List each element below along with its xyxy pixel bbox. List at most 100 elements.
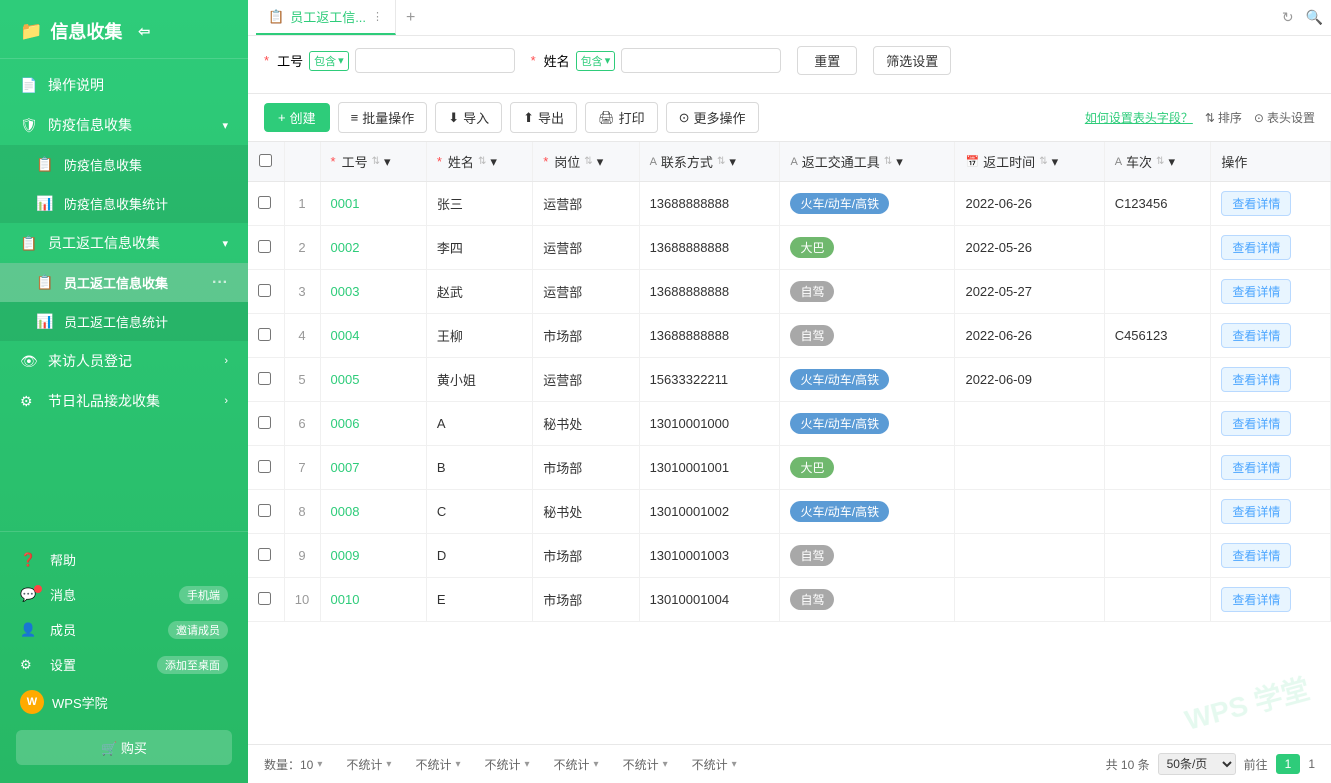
sidebar-footer-settings[interactable]: ⚙ 设置 添加至桌面	[0, 647, 248, 682]
detail-button-1[interactable]: 查看详情	[1221, 235, 1291, 260]
th-contact[interactable]: A 联系方式 ⇅ ▾	[639, 142, 780, 182]
detail-button-7[interactable]: 查看详情	[1221, 499, 1291, 524]
th-position[interactable]: * 岗位 ⇅ ▾	[533, 142, 639, 182]
row-checkbox-2[interactable]	[258, 284, 271, 297]
cell-id-6[interactable]: 0007	[320, 446, 426, 490]
row-checkbox-1[interactable]	[258, 240, 271, 253]
detail-button-2[interactable]: 查看详情	[1221, 279, 1291, 304]
detail-button-3[interactable]: 查看详情	[1221, 323, 1291, 348]
row-checkbox-0[interactable]	[258, 196, 271, 209]
sidebar-item-instructions[interactable]: 📄 操作说明	[0, 65, 248, 105]
gifts-arrow: ›	[224, 395, 228, 407]
how-to-link[interactable]: 如何设置表头字段？	[1085, 109, 1193, 126]
print-button[interactable]: 🖨 打印	[585, 102, 658, 133]
row-checkbox-4[interactable]	[258, 372, 271, 385]
detail-button-5[interactable]: 查看详情	[1221, 411, 1291, 436]
sidebar-item-pandemic-collect[interactable]: 📋 防疫信息收集	[0, 145, 248, 184]
detail-button-9[interactable]: 查看详情	[1221, 587, 1291, 612]
tab-menu-icon[interactable]: ⋮	[372, 10, 383, 23]
cell-action-9: 查看详情	[1211, 578, 1331, 622]
row-checkbox-5[interactable]	[258, 416, 271, 429]
cell-num-1: 2	[284, 226, 320, 270]
footer-count[interactable]: 数量：10 ▾	[264, 756, 322, 773]
search-icon[interactable]: 🔍	[1306, 9, 1323, 26]
cell-transport-2: 自驾	[780, 270, 955, 314]
cell-id-4[interactable]: 0005	[320, 358, 426, 402]
detail-button-6[interactable]: 查看详情	[1221, 455, 1291, 480]
sidebar-item-visitors[interactable]: 👁 来访人员登记 ›	[0, 341, 248, 381]
cell-id-7[interactable]: 0008	[320, 490, 426, 534]
cell-id-9[interactable]: 0010	[320, 578, 426, 622]
sidebar-menu: 📄 操作说明 🛡 防疫信息收集 ▾ 📋 防疫信息收集 📊 防疫信息收集统计 📋 …	[0, 59, 248, 531]
sidebar-footer-wps[interactable]: W WPS学院	[0, 682, 248, 722]
sidebar-item-return-group[interactable]: 📋 员工返工信息收集 ▾	[0, 223, 248, 263]
footer-stat-4[interactable]: 不统计 ▾	[554, 756, 599, 773]
footer-stat-1[interactable]: 不统计 ▾	[346, 756, 391, 773]
sidebar-item-pandemic-stats[interactable]: 📊 防疫信息收集统计	[0, 184, 248, 223]
filter-input-id[interactable]	[355, 48, 515, 73]
tab-add-button[interactable]: +	[396, 9, 425, 27]
sidebar-back-icon[interactable]: ⇦	[138, 23, 150, 40]
field-name-condition[interactable]: 包含 ▾	[576, 51, 616, 71]
field-id-condition[interactable]: 包含 ▾	[309, 51, 349, 71]
refresh-icon[interactable]: ↻	[1282, 9, 1294, 26]
cell-checkbox-7	[248, 490, 284, 534]
th-id[interactable]: * 工号 ⇅ ▾	[320, 142, 426, 182]
th-train-no[interactable]: A 车次 ⇅ ▾	[1104, 142, 1211, 182]
sidebar-footer-messages[interactable]: 💬 消息 手机端	[0, 577, 248, 612]
field-id-label: 工号	[277, 51, 303, 70]
import-icon: ⬇	[448, 110, 459, 126]
sidebar-item-return-stats[interactable]: 📊 员工返工信息统计	[0, 302, 248, 341]
more-button[interactable]: ⊙ 更多操作	[666, 102, 759, 133]
row-checkbox-6[interactable]	[258, 460, 271, 473]
cell-id-5[interactable]: 0006	[320, 402, 426, 446]
detail-button-8[interactable]: 查看详情	[1221, 543, 1291, 568]
cell-id-1[interactable]: 0002	[320, 226, 426, 270]
cell-id-0[interactable]: 0001	[320, 182, 426, 226]
stat-5-label: 不统计	[623, 756, 659, 773]
row-checkbox-9[interactable]	[258, 592, 271, 605]
cell-id-2[interactable]: 0003	[320, 270, 426, 314]
row-checkbox-7[interactable]	[258, 504, 271, 517]
footer-stat-6[interactable]: 不统计 ▾	[692, 756, 737, 773]
sidebar-item-gifts[interactable]: ⚙ 节日礼品接龙收集 ›	[0, 381, 248, 421]
sort-button[interactable]: ⇅ 排序	[1205, 109, 1242, 126]
th-time-sort: ⇅	[1039, 156, 1047, 167]
return-collect-dots[interactable]: ···	[212, 274, 228, 292]
page-size-select[interactable]: 50条/页 20条/页 100条/页	[1158, 753, 1236, 775]
select-all-checkbox[interactable]	[259, 154, 272, 167]
th-return-time[interactable]: 📅 返工时间 ⇅ ▾	[955, 142, 1104, 182]
cell-id-8[interactable]: 0009	[320, 534, 426, 578]
detail-button-4[interactable]: 查看详情	[1221, 367, 1291, 392]
batch-button[interactable]: ≡ 批量操作	[338, 102, 428, 133]
table-row: 3 0003 赵武 运营部 13688888888 自驾 2022-05-27 …	[248, 270, 1331, 314]
th-transport[interactable]: A 返工交通工具 ⇅ ▾	[780, 142, 955, 182]
footer-stat-5[interactable]: 不统计 ▾	[623, 756, 668, 773]
cell-id-3[interactable]: 0004	[320, 314, 426, 358]
header-settings-button[interactable]: ⊙ 表头设置	[1254, 109, 1315, 126]
row-checkbox-8[interactable]	[258, 548, 271, 561]
tab-employee-return[interactable]: 📋 员工返工信... ⋮	[256, 0, 396, 35]
cell-train-no-4	[1104, 358, 1211, 402]
sidebar-footer-help[interactable]: ❓ 帮助	[0, 542, 248, 577]
footer-stat-3[interactable]: 不统计 ▾	[484, 756, 529, 773]
row-checkbox-3[interactable]	[258, 328, 271, 341]
create-button[interactable]: + 创建	[264, 103, 330, 132]
import-button[interactable]: ⬇ 导入	[435, 102, 502, 133]
cell-return-time-2: 2022-05-27	[955, 270, 1104, 314]
sidebar-footer-members[interactable]: 👤 成员 邀请成员	[0, 612, 248, 647]
pandemic-icon: 🛡	[20, 117, 40, 134]
filter-input-name[interactable]	[621, 48, 781, 73]
cell-contact-4: 15633322211	[639, 358, 780, 402]
sidebar-item-pandemic-group[interactable]: 🛡 防疫信息收集 ▾	[0, 105, 248, 145]
filter-settings-button[interactable]: 筛选设置	[873, 46, 951, 75]
buy-button[interactable]: 🛒 购买	[16, 730, 232, 765]
th-name[interactable]: * 姓名 ⇅ ▾	[426, 142, 532, 182]
reset-button[interactable]: 重置	[797, 46, 857, 75]
cell-num-8: 9	[284, 534, 320, 578]
footer-stat-2[interactable]: 不统计 ▾	[415, 756, 460, 773]
export-button[interactable]: ⬆ 导出	[510, 102, 577, 133]
detail-button-0[interactable]: 查看详情	[1221, 191, 1291, 216]
sidebar-item-return-collect[interactable]: 📋 员工返工信息收集 ···	[0, 263, 248, 302]
cell-return-time-5	[955, 402, 1104, 446]
